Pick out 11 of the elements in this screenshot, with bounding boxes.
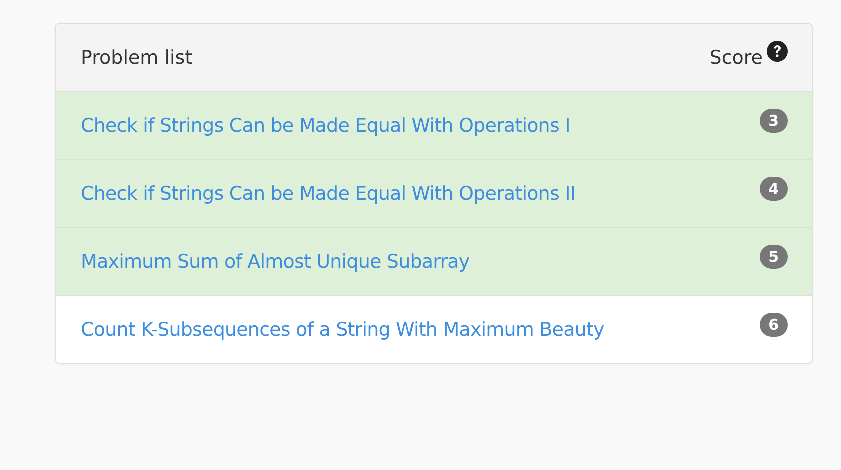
score-badge: 5 [760, 244, 788, 268]
score-badge: 6 [760, 312, 788, 336]
problem-link[interactable]: Maximum Sum of Almost Unique Subarray [81, 250, 470, 272]
problem-link[interactable]: Check if Strings Can be Made Equal With Operations I [81, 114, 570, 136]
problem-link[interactable]: Check if Strings Can be Made Equal With Operations II [81, 182, 576, 204]
header-title: Problem list [81, 46, 193, 68]
score-badge: 3 [760, 108, 788, 132]
score-badge: 4 [760, 176, 788, 200]
help-icon[interactable] [767, 40, 788, 62]
problem-link[interactable]: Count K-Subsequences of a String With Maximum Beauty [81, 318, 604, 340]
score-label: Score [710, 46, 763, 68]
